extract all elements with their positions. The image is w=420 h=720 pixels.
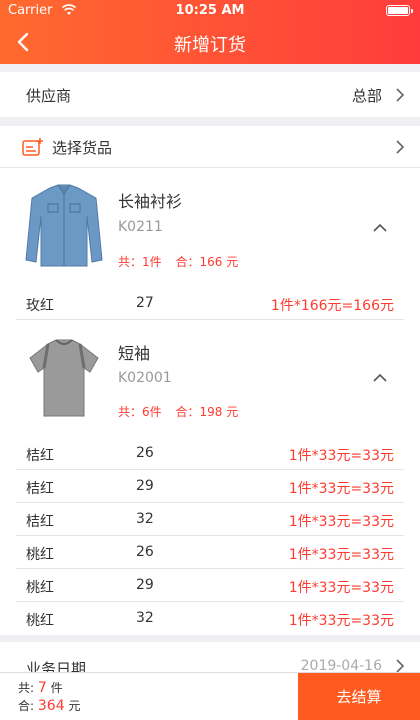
detail-color: 桃红 (26, 580, 54, 596)
goods-card: 短袖 K02001 共：6件 合：198 元 (0, 320, 420, 437)
battery-icon (386, 5, 413, 16)
detail-color: 桃红 (26, 547, 54, 563)
detail-row: 桃红 29 1件*33元=33元 (0, 569, 420, 602)
detail-row: 桔红 32 1件*33元=33元 (0, 503, 420, 536)
total-qty: 共: 7 件 (18, 679, 80, 697)
goods-code: K02001 (118, 370, 172, 386)
supplier-value: 总部 (351, 87, 382, 105)
goods-total-qty: 共：1件 (118, 255, 162, 269)
detail-size: 27 (136, 295, 154, 311)
detail-color: 玫红 (26, 298, 54, 314)
chevron-up-icon[interactable] (372, 373, 388, 383)
detail-calc: 1件*33元=33元 (288, 613, 394, 629)
clock: 10:25 AM (175, 3, 245, 18)
chevron-up-icon[interactable] (372, 223, 388, 233)
goods-total-qty: 共：6件 (118, 405, 162, 419)
total-qty-label: 共: (18, 681, 35, 695)
total-qty-unit: 件 (50, 681, 63, 695)
supplier-row[interactable]: 供应商 总部 (0, 72, 420, 117)
detail-row: 桔红 29 1件*33元=33元 (0, 470, 420, 503)
goods-code: K0211 (118, 219, 163, 235)
detail-size: 29 (136, 577, 154, 593)
detail-color: 桔红 (26, 481, 54, 497)
select-goods-row[interactable]: 选择货品 (0, 126, 420, 168)
checkout-bar: 共: 7 件 合: 364 元 去结算 (0, 672, 420, 720)
detail-color: 桔红 (26, 448, 54, 464)
nav-bar: 新增订货 (0, 22, 420, 64)
goods-name: 短袖 (118, 344, 151, 363)
app-header: Carrier 10:25 AM 新增订货 (0, 0, 420, 64)
shirt-image (25, 184, 103, 267)
detail-row: 玫红 27 1件*166元=166元 (0, 287, 420, 320)
detail-color: 桃红 (26, 613, 54, 629)
goods-card: 长袖衬衫 K0211 共：1件 合：166 元 (0, 168, 420, 288)
select-goods-label: 选择货品 (52, 139, 113, 157)
detail-calc: 1件*33元=33元 (288, 481, 394, 497)
detail-size: 26 (136, 544, 154, 560)
detail-row: 桃红 26 1件*33元=33元 (0, 536, 420, 569)
detail-calc: 1件*33元=33元 (288, 448, 394, 464)
supplier-label: 供应商 (26, 87, 72, 105)
goods-total-amount: 合：198 元 (175, 405, 239, 419)
goods-total-amount: 合：166 元 (175, 255, 239, 269)
chevron-right-icon (396, 88, 405, 102)
detail-row: 桃红 32 1件*33元=33元 (0, 602, 420, 635)
detail-size: 32 (136, 610, 154, 626)
detail-size: 29 (136, 478, 154, 494)
total-qty-value: 7 (37, 680, 47, 696)
detail-size: 32 (136, 511, 154, 527)
detail-size: 26 (136, 445, 154, 461)
goods-summary: 共：6件 合：198 元 (118, 403, 248, 420)
detail-calc: 1件*166元=166元 (270, 298, 394, 314)
tshirt-image (29, 339, 99, 417)
detail-row: 桔红 26 1件*33元=33元 (0, 437, 420, 470)
detail-calc: 1件*33元=33元 (288, 514, 394, 530)
add-goods-icon (22, 138, 43, 156)
chevron-right-icon (396, 140, 405, 154)
status-bar: Carrier 10:25 AM (0, 0, 420, 22)
order-totals: 共: 7 件 合: 364 元 (18, 679, 80, 715)
total-amount-label: 合: (18, 699, 35, 713)
page-title: 新增订货 (174, 35, 246, 56)
total-amount: 合: 364 元 (18, 697, 80, 715)
detail-calc: 1件*33元=33元 (288, 580, 394, 596)
detail-calc: 1件*33元=33元 (288, 547, 394, 563)
goods-summary: 共：1件 合：166 元 (118, 253, 248, 270)
chevron-right-icon (396, 659, 405, 673)
goods-name: 长袖衬衫 (118, 192, 183, 211)
detail-color: 桔红 (26, 514, 54, 530)
total-amount-unit: 元 (68, 699, 81, 713)
checkout-button[interactable]: 去结算 (298, 673, 420, 720)
total-amount-value: 364 (37, 698, 65, 714)
